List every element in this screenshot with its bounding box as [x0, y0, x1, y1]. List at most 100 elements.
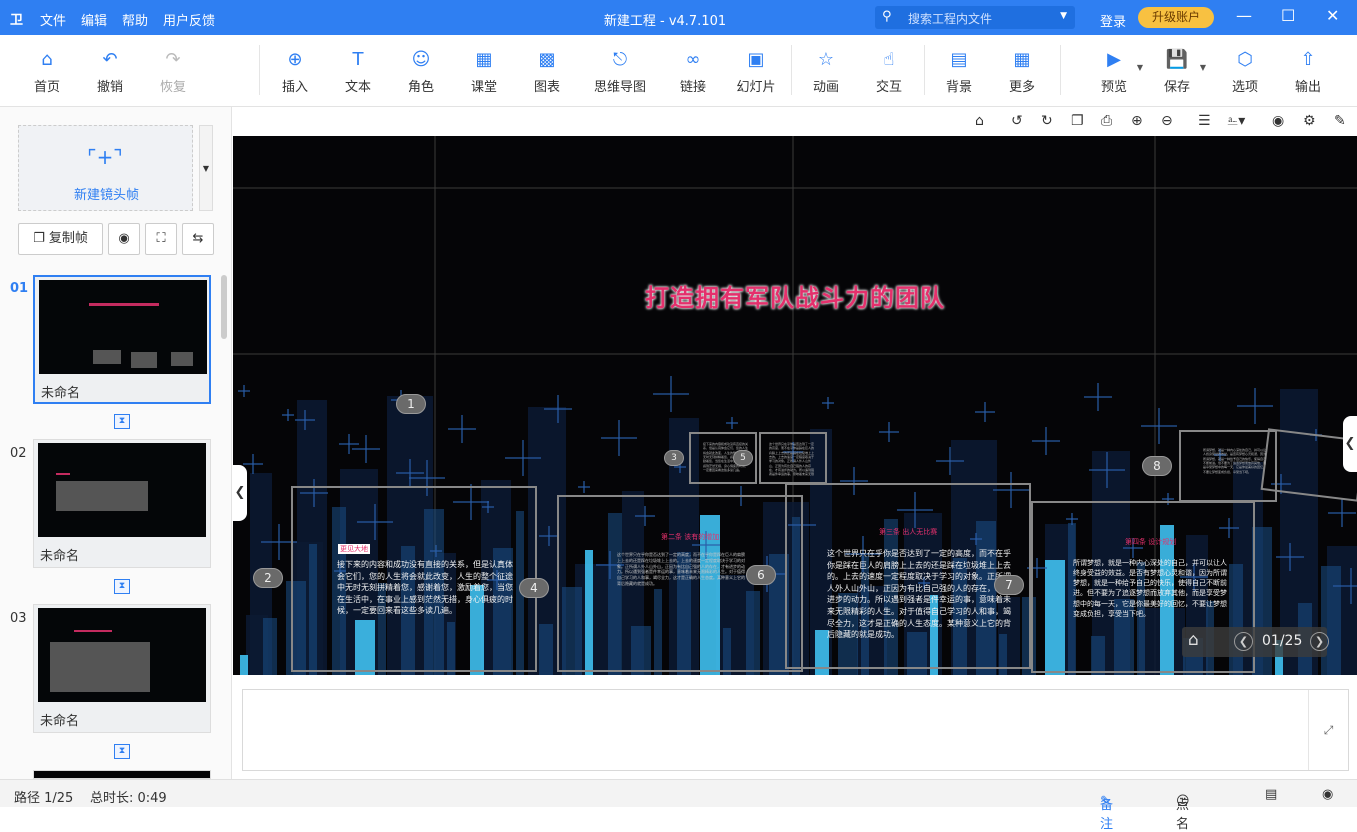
settings-icon[interactable]: ⚙	[1303, 113, 1316, 129]
home-icon[interactable]: ⌂	[1188, 630, 1199, 650]
toolbar-divider	[791, 45, 792, 95]
menu-bar: 文件 编辑 帮助 用户反馈	[40, 10, 230, 29]
toolbar-divider	[1060, 45, 1061, 95]
login-button[interactable]: 登录	[1100, 11, 1126, 30]
slide-preview	[39, 280, 207, 374]
chevron-down-icon[interactable]: ▼	[1200, 63, 1206, 72]
home-view-icon[interactable]: ⌂	[975, 113, 984, 129]
more-button[interactable]: ▦ 更多	[991, 49, 1053, 95]
text-button[interactable]: T 文本	[327, 49, 389, 95]
align-icon[interactable]: ☰	[1198, 113, 1211, 129]
save-button[interactable]: 💾 保存 ▼	[1146, 49, 1208, 95]
copy-icon[interactable]: ❐	[1071, 113, 1084, 129]
grid-icon: ▦	[1013, 49, 1031, 70]
hand-pointer-icon: ☝	[883, 49, 895, 70]
plus-circle-icon: ⊕	[287, 49, 303, 70]
options-button[interactable]: ⬡ 选项	[1214, 49, 1276, 95]
sidebar-scrollbar[interactable]	[221, 275, 227, 339]
new-frame-dropdown[interactable]: ▼	[199, 125, 213, 211]
home-button[interactable]: ⌂ 首页	[16, 49, 78, 95]
switch-button[interactable]: ⇆	[182, 223, 214, 255]
preview-text	[56, 481, 148, 511]
menu-feedback[interactable]: 用户反馈	[163, 14, 215, 29]
path-marker-5[interactable]: 5	[733, 450, 753, 466]
slide-headline[interactable]: 打造拥有军队战斗力的团队	[233, 278, 1357, 313]
zoom-in-icon[interactable]: ⊕	[1131, 113, 1143, 129]
expand-icon[interactable]: ⤢	[1308, 690, 1348, 770]
minimize-icon[interactable]: —	[1236, 6, 1252, 25]
rotate-right-icon[interactable]: ↻	[1041, 113, 1053, 129]
prev-slide-button[interactable]: ❮	[1234, 632, 1253, 651]
zoom-out-icon[interactable]: ⊖	[1161, 113, 1173, 129]
slide-thumbnail-2[interactable]: 未命名	[33, 439, 211, 568]
path-marker-1[interactable]: 1	[396, 394, 426, 414]
paragraph-2[interactable]: 这个世界只在乎你是否达到了一定的高度，而不在乎你是踩在巨人的肩膀上上去的还是踩在…	[827, 548, 1015, 640]
camera-icon[interactable]: ◉	[1322, 787, 1333, 802]
path-marker-8[interactable]: 8	[1142, 456, 1172, 476]
transition-icon[interactable]: ⧗	[114, 414, 130, 429]
next-slide-button[interactable]: ❯	[1310, 632, 1329, 651]
preview-title	[89, 303, 159, 306]
rotate-left-icon[interactable]: ↺	[1011, 113, 1023, 129]
paste-icon[interactable]: ⎙	[1101, 113, 1112, 129]
board-icon: ▦	[475, 49, 493, 70]
mindmap-button[interactable]: ⎋ 思维导图	[589, 49, 651, 95]
redo-button[interactable]: ↷ 恢复	[142, 49, 204, 95]
role-button[interactable]: ☺ 角色	[390, 49, 452, 95]
export-button[interactable]: ⇧ 输出	[1277, 49, 1339, 95]
path-marker-4[interactable]: 4	[519, 578, 549, 598]
close-icon[interactable]: ✕	[1326, 6, 1339, 25]
classroom-button[interactable]: ▦ 课堂	[453, 49, 515, 95]
notes-panel[interactable]: ⤢	[242, 689, 1349, 771]
screenshot-icon[interactable]: ◉	[1272, 113, 1284, 129]
scan-frame-button[interactable]: ⛶	[145, 223, 177, 255]
transition-icon[interactable]: ⧗	[114, 579, 130, 594]
preview-title	[56, 473, 70, 475]
menu-edit[interactable]: 编辑	[81, 14, 107, 29]
chart-button[interactable]: ▩ 图表	[516, 49, 578, 95]
paragraph-1[interactable]: 接下来的内容和成功没有直接的关系，但是认真体会它们，您的人生将会就此改变，人生的…	[337, 559, 519, 625]
preview-button[interactable]: ▶ 预览 ▼	[1083, 49, 1145, 95]
collapse-sidebar-button[interactable]: ❮	[233, 465, 247, 521]
undo-button[interactable]: ↶ 撤销	[79, 49, 141, 95]
chevron-down-icon[interactable]: ▼	[1060, 11, 1067, 21]
new-frame-button[interactable]: ⌜+⌝ 新建镜头帧	[18, 125, 193, 211]
chevron-down-icon[interactable]: ▼	[1137, 63, 1143, 72]
maximize-icon[interactable]: ☐	[1281, 6, 1295, 25]
insert-button[interactable]: ⊕ 插入	[264, 49, 326, 95]
copy-frame-button[interactable]: ❐ 复制帧	[18, 223, 103, 255]
edit-icon[interactable]: ✎	[1334, 113, 1346, 129]
screen-icon[interactable]: ▤	[1265, 787, 1277, 802]
search-input[interactable]: ⚲ 搜索工程内文件 ▼	[875, 6, 1075, 29]
slide-thumbnail-4[interactable]	[33, 770, 211, 779]
transition-icon[interactable]: ⧗	[114, 744, 130, 759]
camera-button[interactable]: ◉	[108, 223, 140, 255]
path-marker-3[interactable]: 3	[664, 450, 684, 466]
status-bar: 路径 1/25 总时长: 0:49 ✎ 备注 ☺ 点名 ▤ ◉	[0, 779, 1357, 832]
new-frame-label: 新建镜头帧	[73, 188, 139, 203]
export-icon: ⇧	[1300, 49, 1316, 70]
bar-chart-icon: ▩	[538, 49, 556, 70]
menu-file[interactable]: 文件	[40, 14, 66, 29]
background-button[interactable]: ▤ 背景	[928, 49, 990, 95]
slide-caption: 未命名	[41, 386, 81, 401]
paragraph-mini-8: 所谓梦想，就是一种内心深处的自己，并可以让人终身受益的效益。是否有梦想心灵和谐，…	[1203, 448, 1267, 474]
path-marker-2[interactable]: 2	[253, 568, 283, 588]
switch-icon: ⇆	[192, 231, 204, 246]
toolbar-divider	[924, 45, 925, 95]
expand-panel-button[interactable]: ❮	[1343, 416, 1357, 472]
menu-help[interactable]: 帮助	[122, 14, 148, 29]
path-marker-7[interactable]: 7	[994, 575, 1024, 595]
link-button[interactable]: ∞ 链接	[662, 49, 724, 95]
lock-icon[interactable]: ⎁▾	[1227, 113, 1245, 129]
slide-counter: 01/25	[1262, 633, 1303, 649]
interaction-button[interactable]: ☝ 交互	[858, 49, 920, 95]
star-icon: ☆	[817, 49, 835, 70]
slide-thumbnail-3[interactable]: 未命名	[33, 604, 211, 733]
animation-button[interactable]: ☆ 动画	[795, 49, 857, 95]
slide-thumbnail-1[interactable]: 未命名	[33, 275, 211, 404]
path-marker-6[interactable]: 6	[746, 565, 776, 585]
slideshow-button[interactable]: ▣ 幻灯片	[725, 49, 787, 95]
upgrade-button[interactable]: 升级账户	[1138, 7, 1214, 28]
presentation-canvas[interactable]: 打造拥有军队战斗力的团队 更见大地 第二条 该有的增加 第三条 出人无比赛 第四…	[233, 136, 1357, 675]
